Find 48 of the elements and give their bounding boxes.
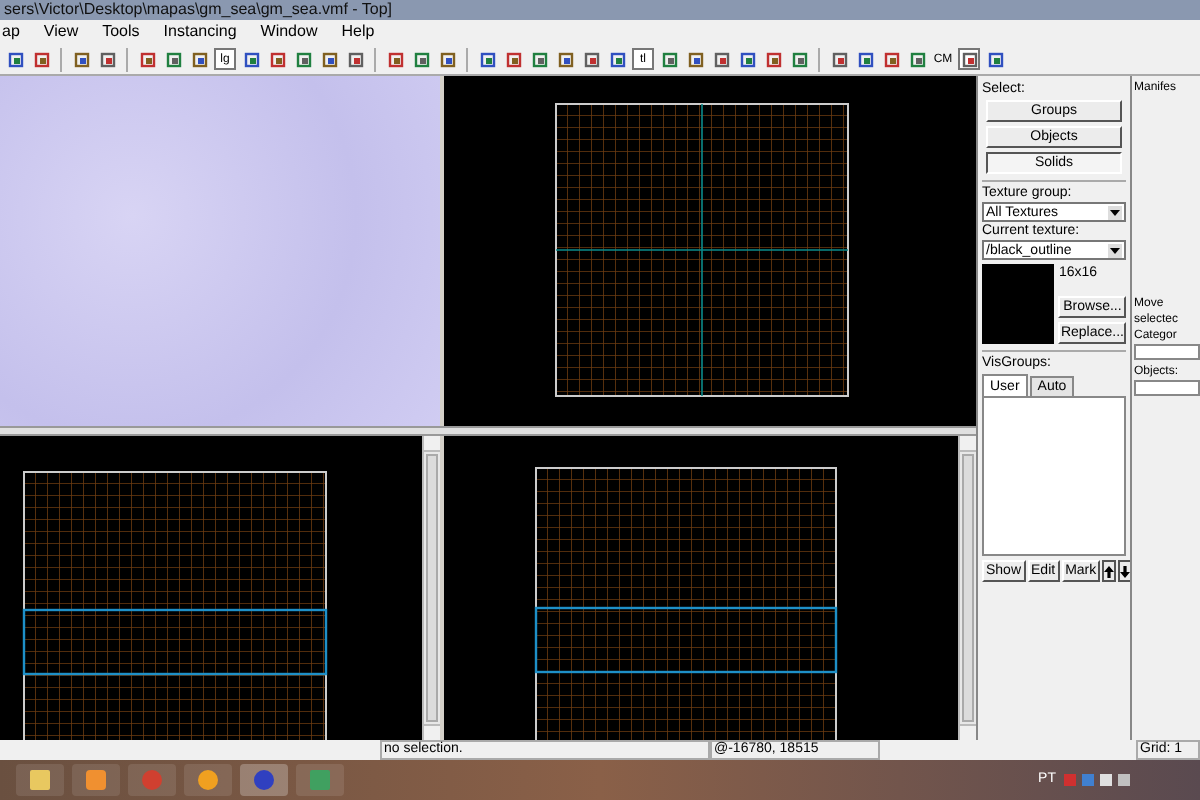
tool-icon[interactable]	[136, 48, 158, 70]
dropdown-arrow-icon	[1108, 205, 1122, 219]
tool-icon[interactable]	[476, 48, 498, 70]
tool-icon[interactable]	[528, 48, 550, 70]
scrollbar[interactable]	[958, 436, 976, 740]
menu-item[interactable]: Tools	[102, 22, 140, 42]
texture-preview	[982, 264, 1055, 344]
tool-icon[interactable]	[70, 48, 92, 70]
tool-icon[interactable]	[96, 48, 118, 70]
tool-icon[interactable]	[606, 48, 628, 70]
tool-icon[interactable]	[736, 48, 758, 70]
objects-field[interactable]	[1134, 380, 1200, 396]
up-arrow-icon[interactable]	[1102, 560, 1117, 582]
menu-item[interactable]: ap	[2, 22, 20, 42]
tool-icon[interactable]	[162, 48, 184, 70]
tool-icon[interactable]	[240, 48, 262, 70]
scrollbar[interactable]	[422, 436, 440, 740]
menu-item[interactable]: View	[43, 22, 79, 42]
tool-icon[interactable]	[984, 48, 1006, 70]
tool-icon[interactable]	[502, 48, 524, 70]
tool-icon[interactable]	[292, 48, 314, 70]
tool-icon[interactable]	[4, 48, 26, 70]
tool-icon[interactable]	[436, 48, 458, 70]
tool-icon[interactable]	[30, 48, 52, 70]
menu-item[interactable]: Help	[341, 22, 375, 42]
tool-icon[interactable]	[710, 48, 732, 70]
category-field[interactable]	[1134, 344, 1200, 360]
tool-icon[interactable]	[854, 48, 876, 70]
tool-icon[interactable]	[762, 48, 784, 70]
tool-icon[interactable]	[958, 48, 980, 70]
title-bar: sers\Victor\Desktop\mapas\gm_sea\gm_sea.vmf - Top]	[0, 0, 1200, 20]
menu-item[interactable]: Instancing	[163, 22, 237, 42]
tool-icon[interactable]	[266, 48, 288, 70]
tool-icon[interactable]	[344, 48, 366, 70]
tool-icon[interactable]	[684, 48, 706, 70]
tool-icon[interactable]	[658, 48, 680, 70]
tool-icon[interactable]	[880, 48, 902, 70]
tool-icon[interactable]	[580, 48, 602, 70]
tool-icon[interactable]	[188, 48, 210, 70]
tool-icon[interactable]	[828, 48, 850, 70]
tool-icon[interactable]	[410, 48, 432, 70]
tool-icon[interactable]	[318, 48, 340, 70]
tool-icon[interactable]	[554, 48, 576, 70]
tool-icon[interactable]	[788, 48, 810, 70]
dropdown-arrow-icon	[1108, 243, 1122, 257]
tool-icon[interactable]	[384, 48, 406, 70]
tool-icon[interactable]	[906, 48, 928, 70]
menu-item[interactable]: Window	[260, 22, 318, 42]
